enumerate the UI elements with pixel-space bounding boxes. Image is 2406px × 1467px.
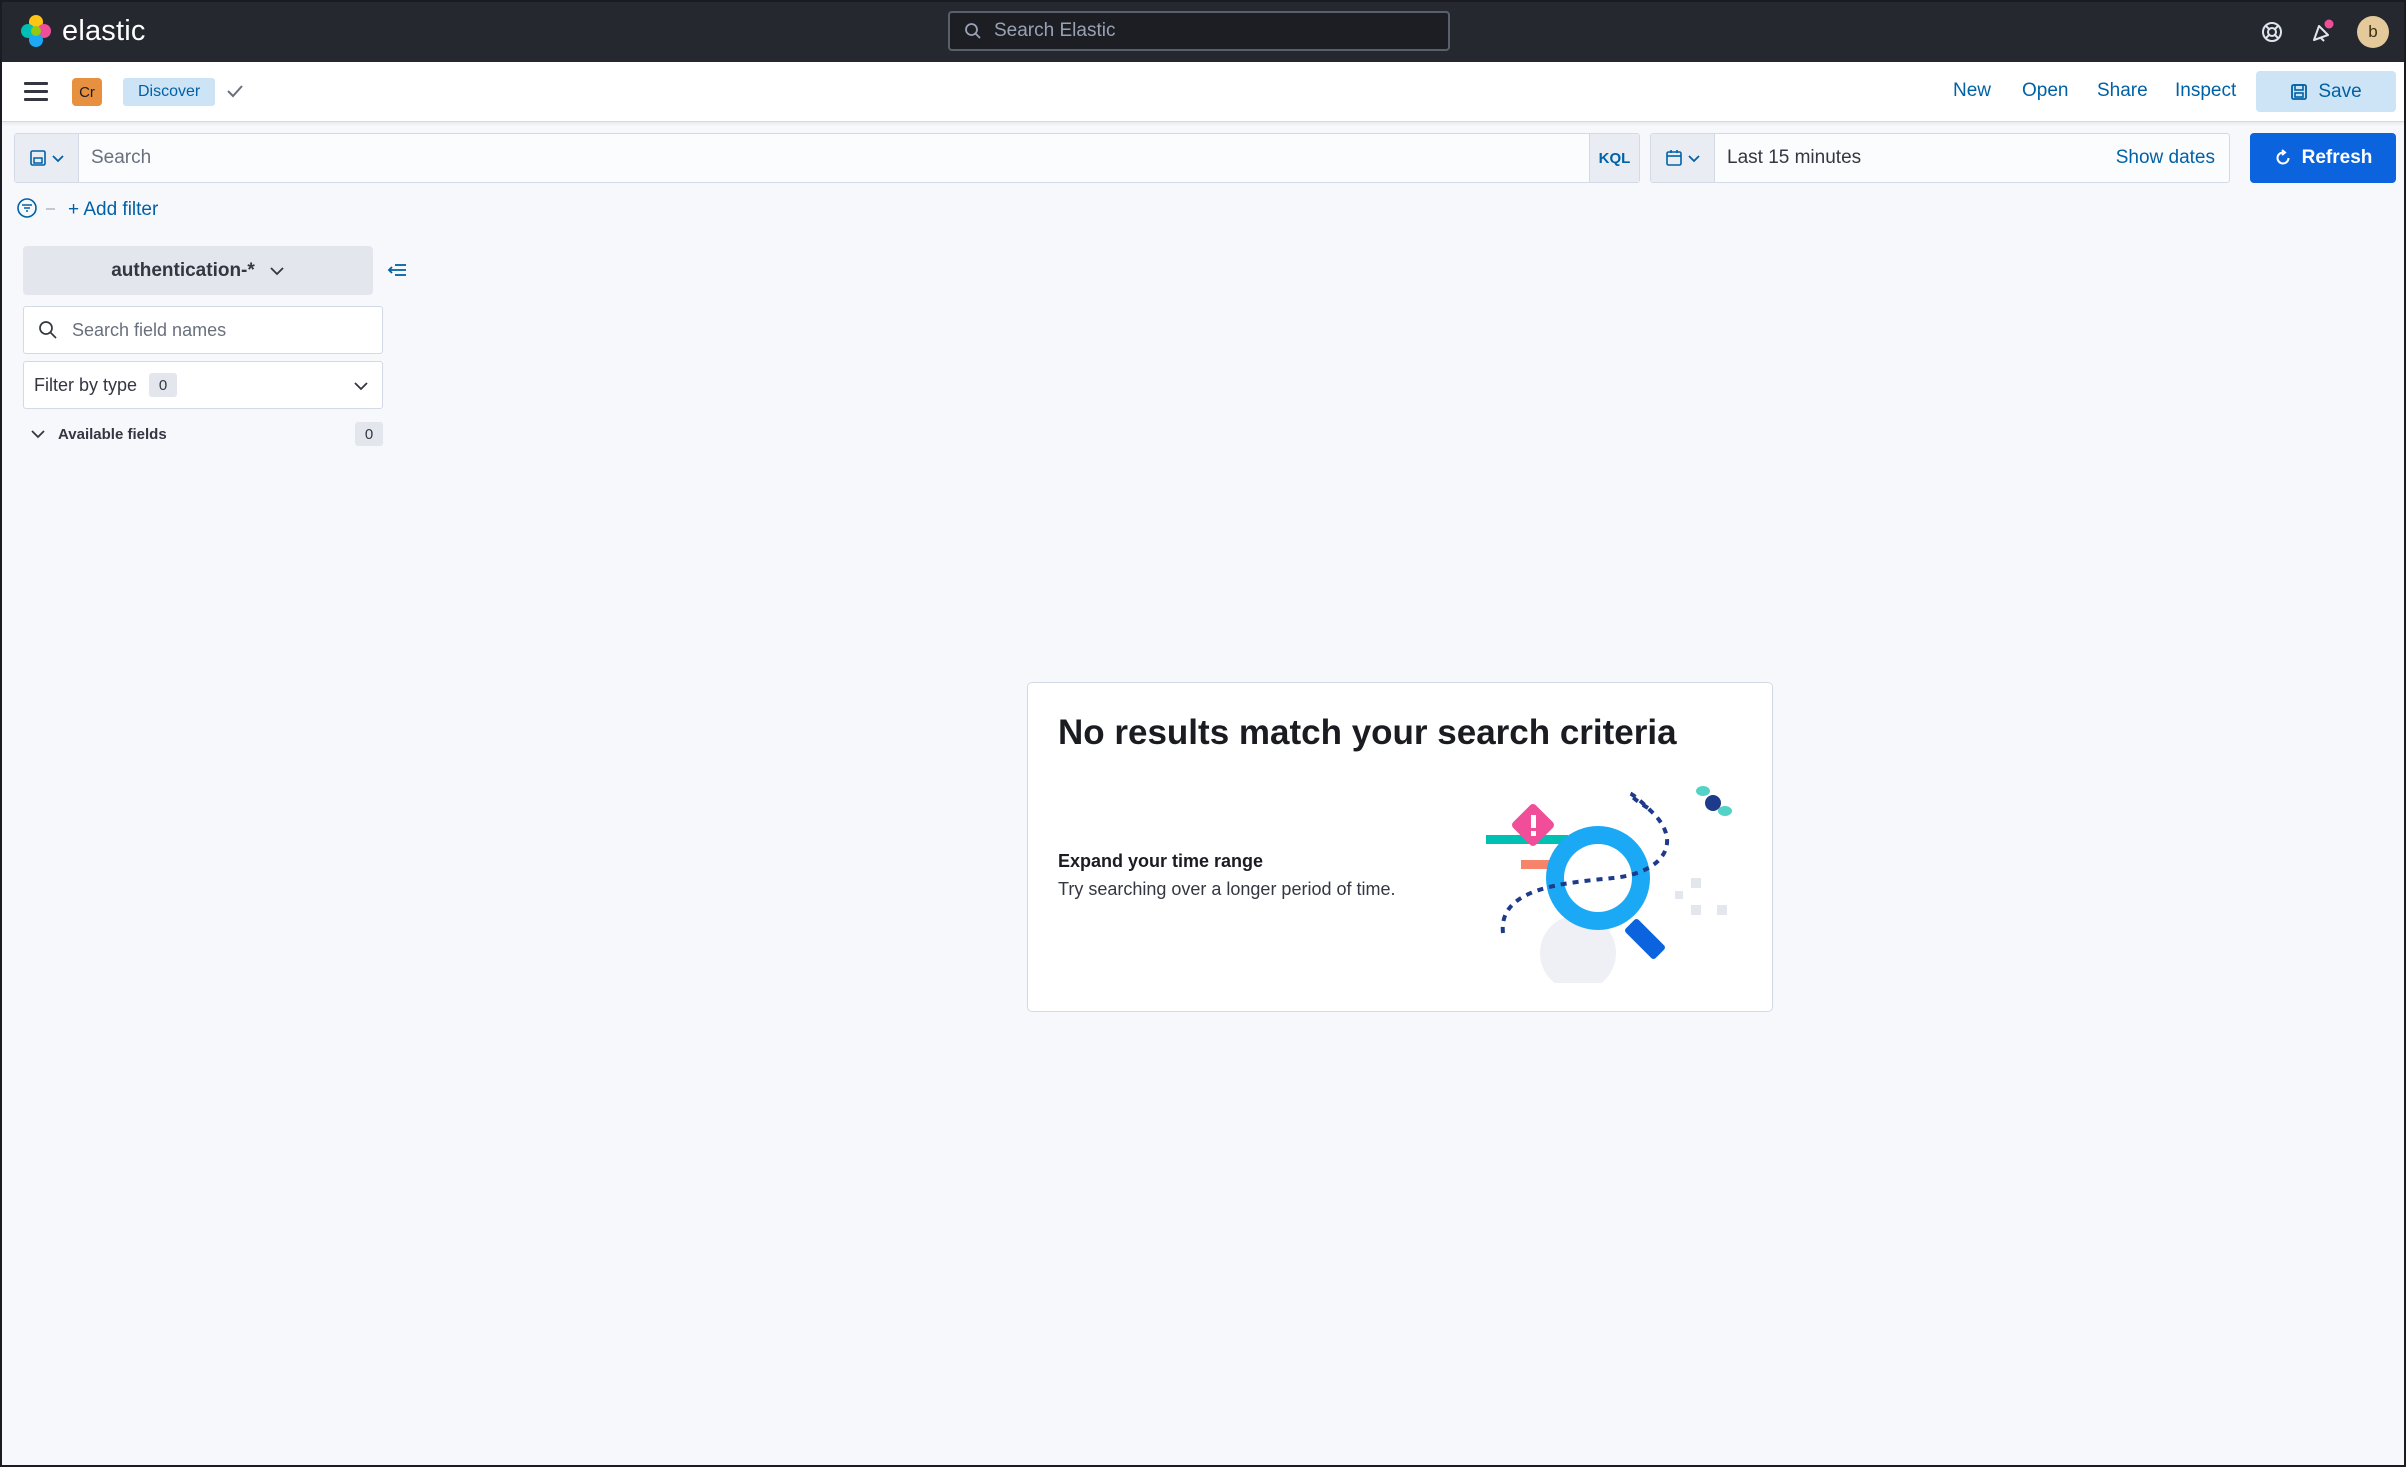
news-feed-icon bbox=[2313, 19, 2334, 42]
chevron-down-icon bbox=[51, 155, 64, 163]
refresh-icon bbox=[2276, 149, 2290, 165]
no-results-illustration bbox=[1486, 786, 1732, 983]
field-search-placeholder: Search field names bbox=[72, 319, 227, 340]
add-filter-button[interactable]: + Add filter bbox=[68, 199, 158, 221]
search-icon bbox=[39, 321, 57, 339]
filter-icon[interactable] bbox=[16, 197, 38, 219]
show-dates-button[interactable]: Show dates bbox=[2116, 134, 2229, 182]
no-results-title: No results match your search criteria bbox=[1058, 713, 1677, 752]
chevron-down-icon bbox=[31, 430, 45, 439]
refresh-label: Refresh bbox=[2301, 147, 2373, 168]
search-icon bbox=[965, 23, 981, 39]
available-fields-label: Available fields bbox=[58, 425, 167, 443]
date-picker: Last 15 minutes Show dates bbox=[1650, 133, 2230, 183]
no-results-subtitle: Expand your time range bbox=[1058, 851, 1264, 871]
help-button[interactable] bbox=[2257, 17, 2287, 47]
time-range-display[interactable]: Last 15 minutes bbox=[1715, 134, 2116, 182]
available-fields-count: 0 bbox=[355, 422, 383, 446]
query-placeholder: Search bbox=[91, 147, 152, 168]
saved-query-menu-button[interactable] bbox=[15, 134, 79, 182]
open-button[interactable]: Open bbox=[2022, 80, 2068, 102]
chevron-down-icon bbox=[270, 266, 284, 275]
index-pattern-selector[interactable]: authentication-* bbox=[23, 246, 373, 295]
field-search-input[interactable]: Search field names bbox=[23, 306, 383, 354]
query-bar: Search KQL bbox=[14, 133, 1640, 183]
breadcrumb-discover[interactable]: Discover bbox=[123, 78, 216, 106]
no-results-panel: No results match your search criteria Ex… bbox=[1027, 682, 1773, 1012]
collapse-sidebar-icon[interactable] bbox=[386, 260, 408, 280]
global-header: elastic Search Elastic b bbox=[2, 2, 2404, 62]
filter-by-type-label: Filter by type bbox=[34, 374, 138, 395]
saved-query-icon bbox=[29, 150, 46, 166]
global-search-placeholder: Search Elastic bbox=[994, 20, 1116, 41]
filter-by-type-dropdown[interactable]: Filter by type 0 bbox=[23, 361, 383, 409]
home-logo[interactable]: elastic bbox=[20, 14, 146, 48]
save-button[interactable]: Save bbox=[2256, 71, 2396, 112]
save-icon bbox=[2291, 83, 2308, 100]
filter-divider bbox=[46, 208, 55, 210]
inspect-button[interactable]: Inspect bbox=[2175, 80, 2236, 102]
checkmark-icon bbox=[227, 85, 243, 98]
refresh-button[interactable]: Refresh bbox=[2250, 133, 2396, 183]
menu-icon[interactable] bbox=[24, 82, 48, 102]
elastic-logo-icon bbox=[21, 15, 51, 47]
brand-name: elastic bbox=[62, 14, 146, 47]
chevron-down-icon bbox=[1687, 155, 1700, 163]
news-feed-button[interactable] bbox=[2307, 17, 2337, 47]
chevron-down-icon bbox=[354, 382, 368, 391]
save-label: Save bbox=[2318, 80, 2362, 102]
available-fields-toggle[interactable]: Available fields 0 bbox=[30, 421, 383, 447]
query-language-button[interactable]: KQL bbox=[1589, 134, 1639, 182]
no-results-description: Try searching over a longer period of ti… bbox=[1058, 879, 1396, 899]
new-button[interactable]: New bbox=[1953, 80, 1991, 102]
quick-select-button[interactable] bbox=[1651, 134, 1715, 182]
help-icon bbox=[2262, 22, 2282, 42]
app-header: Cr Discover New Open Share Inspect Save bbox=[2, 62, 2404, 122]
space-avatar[interactable]: Cr bbox=[72, 78, 102, 106]
filter-count-badge: 0 bbox=[149, 373, 178, 397]
index-pattern-label: authentication-* bbox=[111, 259, 255, 281]
calendar-icon bbox=[1665, 150, 1682, 166]
global-search-input[interactable]: Search Elastic bbox=[948, 11, 1450, 51]
user-avatar[interactable]: b bbox=[2357, 16, 2389, 48]
share-button[interactable]: Share bbox=[2097, 80, 2148, 102]
query-input[interactable]: Search bbox=[79, 134, 1589, 182]
